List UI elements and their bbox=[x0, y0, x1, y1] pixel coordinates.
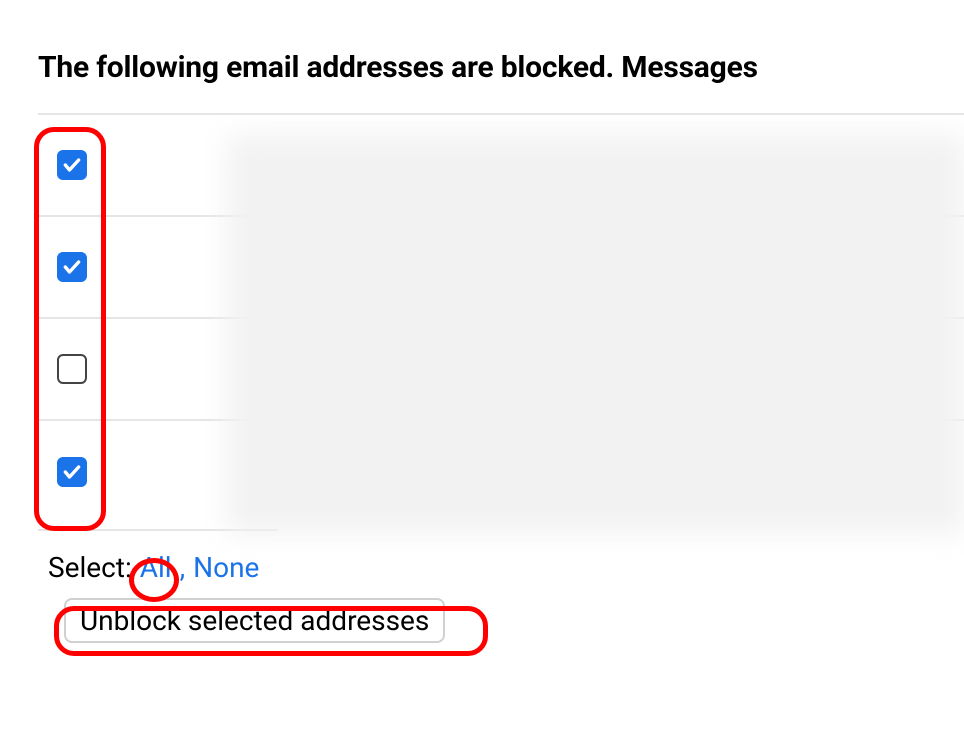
redacted-block bbox=[226, 134, 964, 534]
select-all-link[interactable]: All bbox=[136, 551, 176, 584]
select-separator: , bbox=[180, 551, 186, 584]
row-checkbox[interactable] bbox=[57, 252, 87, 282]
unblock-selected-button[interactable]: Unblock selected addresses bbox=[64, 598, 445, 643]
row-checkbox[interactable] bbox=[57, 150, 87, 180]
checkmark-icon bbox=[62, 257, 82, 277]
select-controls: Select: All, None bbox=[48, 551, 964, 584]
select-label: Select: bbox=[48, 551, 132, 584]
blocked-addresses-heading: The following email addresses are blocke… bbox=[38, 50, 964, 85]
row-checkbox[interactable] bbox=[57, 457, 87, 487]
checkmark-icon bbox=[62, 462, 82, 482]
select-none-link[interactable]: None bbox=[189, 551, 263, 584]
checkmark-icon bbox=[62, 155, 82, 175]
row-checkbox[interactable] bbox=[57, 354, 87, 384]
